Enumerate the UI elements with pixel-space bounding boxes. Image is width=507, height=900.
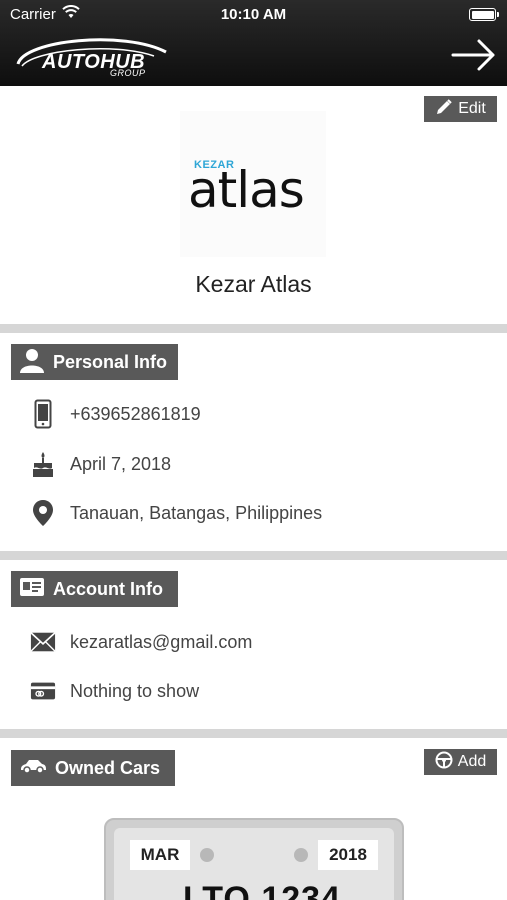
profile-name: Kezar Atlas	[195, 271, 312, 297]
phone-row: +639652861819	[30, 399, 201, 429]
divider	[0, 324, 507, 333]
edit-label: Edit	[458, 100, 486, 117]
avatar: KEZAR atlas	[180, 111, 326, 257]
divider	[0, 729, 507, 738]
battery-icon	[469, 8, 499, 21]
person-icon	[19, 347, 45, 378]
envelope-icon	[30, 627, 56, 657]
plate-year: 2018	[318, 840, 378, 870]
owned-cars-header: Owned Cars	[11, 750, 175, 786]
brand-subtitle: GROUP	[110, 68, 146, 78]
add-car-button[interactable]: Add	[424, 749, 497, 775]
phone-icon	[30, 399, 56, 429]
steering-wheel-icon	[435, 751, 453, 774]
divider	[0, 551, 507, 560]
edit-button[interactable]: Edit	[424, 96, 497, 122]
id-card-icon	[19, 577, 45, 602]
plate-face: MAR 2018 LTO 1234	[114, 828, 394, 900]
autohub-logo: AUTOHUB GROUP	[14, 30, 174, 82]
top-bar: Carrier 10:10 AM AUTOHUB GROUP	[0, 0, 507, 86]
phone-number: +639652861819	[70, 403, 201, 424]
logo-big-text: atlas	[188, 161, 305, 219]
clock: 10:10 AM	[220, 6, 287, 23]
birthday-row: April 7, 2018	[30, 449, 171, 479]
profile-section: Edit KEZAR atlas Kezar Atlas	[0, 86, 507, 324]
personal-info-header: Personal Info	[11, 344, 178, 380]
plate-month: MAR	[130, 840, 190, 870]
card-text: Nothing to show	[70, 680, 200, 701]
location-text: Tanauan, Batangas, Philippines	[70, 502, 323, 523]
credit-card-icon	[30, 676, 56, 706]
birthday-cake-icon	[30, 449, 56, 479]
account-info-header: Account Info	[11, 571, 178, 607]
birthday-date: April 7, 2018	[70, 453, 172, 474]
location-pin-icon	[30, 498, 56, 528]
license-plate[interactable]: MAR 2018 LTO 1234	[104, 818, 404, 900]
email-row: kezaratlas@gmail.com	[30, 627, 252, 657]
account-info-title: Account Info	[53, 578, 163, 599]
card-row: Nothing to show	[30, 676, 199, 706]
car-icon	[19, 758, 47, 779]
status-bar: Carrier 10:10 AM	[0, 0, 507, 28]
add-label: Add	[457, 753, 487, 770]
email-text: kezaratlas@gmail.com	[70, 631, 253, 652]
arrow-right-icon[interactable]	[451, 38, 497, 72]
owned-cars-title: Owned Cars	[55, 757, 161, 778]
personal-info-title: Personal Info	[53, 351, 168, 372]
pencil-icon	[435, 98, 453, 121]
plate-bolt	[294, 848, 308, 862]
location-row: Tanauan, Batangas, Philippines	[30, 498, 322, 528]
plate-number: LTO 1234	[183, 880, 341, 900]
plate-bolt	[200, 848, 214, 862]
